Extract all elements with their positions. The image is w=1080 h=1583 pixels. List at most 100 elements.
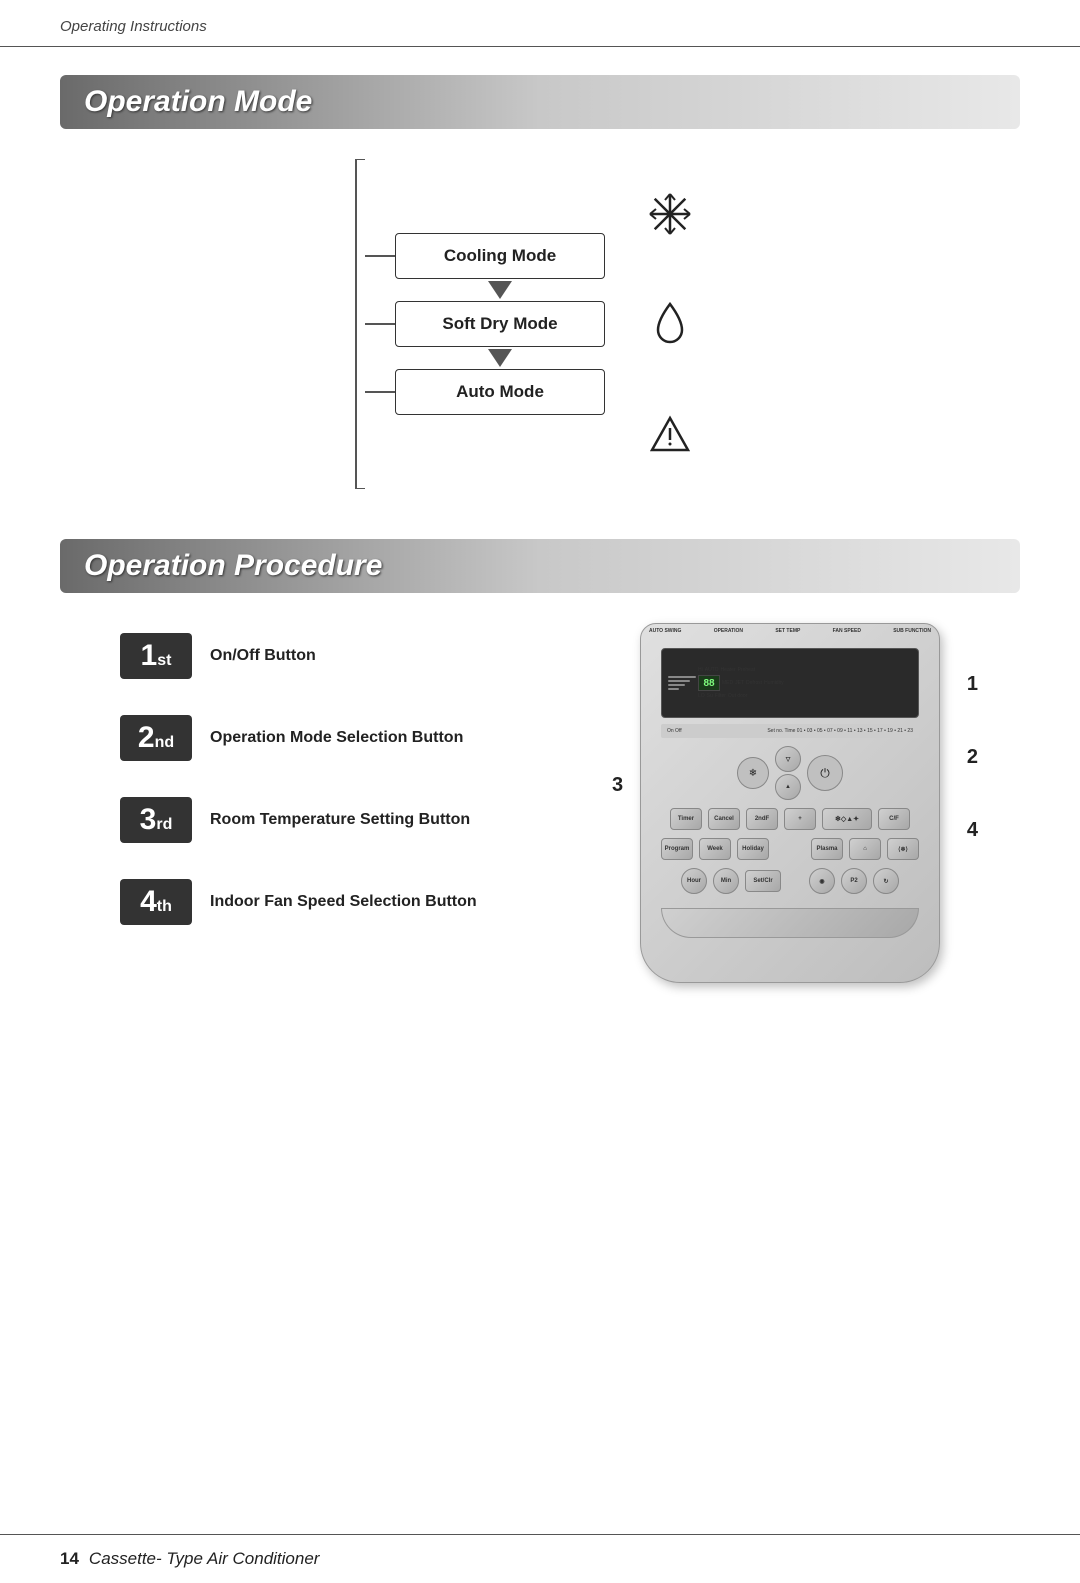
softdry-mode-label: Soft Dry Mode	[442, 314, 557, 333]
cancel-label: Cancel	[714, 816, 734, 822]
steps-col: 1st On/Off Button 2nd Operation Mode Sel…	[120, 623, 620, 983]
mode-box-wrapper-softdry: Soft Dry Mode	[395, 301, 605, 347]
step-row-1: 1st On/Off Button	[120, 633, 620, 679]
cooling-icon	[645, 189, 695, 239]
home-btn[interactable]: ⌂	[849, 838, 881, 860]
min-btn[interactable]: Min	[713, 868, 739, 894]
2ndf-btn[interactable]: 2ndF	[746, 808, 778, 830]
lcd-jet: JET	[735, 680, 744, 686]
home-label: ⌂	[863, 846, 867, 852]
setclr-btn[interactable]: Set/Clr	[745, 870, 781, 892]
plus-btn[interactable]: +	[784, 808, 816, 830]
arrow1-row	[488, 279, 512, 301]
step-label-2: Operation Mode Selection Button	[210, 729, 463, 747]
holiday-btn[interactable]: Holiday	[737, 838, 769, 860]
lcd-row3: LO Su Filter Out door	[698, 693, 912, 699]
arrow-down-1	[488, 281, 512, 299]
mode-symbols-label: ❄◇▲✦	[835, 815, 859, 823]
bracket-arrow-top	[365, 255, 395, 257]
auto-mode-box: Auto Mode	[395, 369, 605, 415]
week-btn[interactable]: Week	[699, 838, 731, 860]
mode-bracket	[325, 159, 365, 489]
step-suffix-4: th	[157, 898, 172, 916]
cancel-btn[interactable]: Cancel	[708, 808, 740, 830]
mode-box-wrapper-auto: Auto Mode	[395, 369, 605, 415]
mode-symbols-group: ❄◇▲✦	[822, 808, 872, 830]
min-label: Min	[721, 878, 731, 884]
mode-box-wrapper-cooling: Cooling Mode	[395, 233, 605, 279]
info-onoff: On Off	[667, 728, 682, 734]
lcd-med: MED	[722, 680, 733, 686]
p2-label: P2	[850, 878, 857, 884]
bracket-arrow-mid	[365, 323, 395, 325]
tab-operation: OPERATION	[714, 628, 743, 634]
lcd-7seg: 88	[698, 675, 720, 691]
step-suffix-3: rd	[156, 816, 172, 834]
lcd-symbols: Hi AUTO Heater Preheat 88	[698, 653, 912, 713]
tab-fan-speed: FAN SPEED	[833, 628, 861, 634]
step-suffix-2: nd	[155, 734, 175, 752]
cooling-mode-row: Cooling Mode	[365, 233, 605, 279]
remote-arrows: ▽ ▲	[775, 746, 801, 800]
holiday-label: Holiday	[742, 846, 764, 852]
auto-mode-row: Auto Mode	[365, 369, 605, 415]
arrow-circ-btn[interactable]: ↻	[873, 868, 899, 894]
timer-btn[interactable]: Timer	[670, 808, 702, 830]
tab-auto-swing: AUTO SWING	[649, 628, 681, 634]
remote-wrap: 3 AUTO SWING OPERATION SET TEMP FAN SPEE…	[640, 623, 940, 983]
cooling-mode-box: Cooling Mode	[395, 233, 605, 279]
cooling-mode-label: Cooling Mode	[444, 246, 556, 265]
fan-icon-area	[668, 653, 696, 713]
page-footer: 14 Cassette- Type Air Conditioner	[0, 1534, 1080, 1583]
softdry-mode-box: Soft Dry Mode	[395, 301, 605, 347]
footer-description: Cassette- Type Air Conditioner	[89, 1549, 320, 1569]
step-label-1: On/Off Button	[210, 647, 316, 665]
mode-symbols-btn[interactable]: ❄◇▲✦	[822, 808, 872, 830]
hour-btn[interactable]: Hour	[681, 868, 707, 894]
hour-label: Hour	[687, 878, 701, 884]
step-badge-1: 1st	[120, 633, 192, 679]
arrow-down-2	[488, 349, 512, 367]
remote-right-numbers: 1 2 4	[967, 673, 978, 842]
section1-title-bar: Operation Mode	[60, 75, 1020, 129]
bracket-bottom	[355, 488, 365, 489]
header-title: Operating Instructions	[60, 18, 207, 35]
step-label-3: Room Temperature Setting Button	[210, 811, 470, 829]
bracket-arrow-bot	[365, 391, 395, 393]
procedure-wrapper: 1st On/Off Button 2nd Operation Mode Sel…	[0, 593, 1080, 1033]
mode-flow: Cooling Mode Soft Dry Mode	[325, 159, 695, 489]
down-arrow-btn[interactable]: ▽	[775, 746, 801, 772]
remote-program-row: Program Week Holiday Plasma ⌂ ⟨❄⟩	[653, 838, 927, 860]
fan-line-1	[668, 676, 696, 678]
fan-btn[interactable]: ⟨❄⟩	[887, 838, 919, 860]
program-btn[interactable]: Program	[661, 838, 693, 860]
power-btn[interactable]: ⏻	[807, 755, 843, 791]
lcd-defrost: Defrost	[746, 680, 762, 686]
remote-device: AUTO SWING OPERATION SET TEMP FAN SPEED …	[640, 623, 940, 983]
up-arrow-btn[interactable]: ▲	[775, 774, 801, 800]
snowflake-btn[interactable]: ❄	[737, 757, 769, 789]
p2-btn[interactable]: P2	[841, 868, 867, 894]
step-row-2: 2nd Operation Mode Selection Button	[120, 715, 620, 761]
qmark-btn[interactable]: ◉	[809, 868, 835, 894]
plasma-btn[interactable]: Plasma	[811, 838, 843, 860]
bracket-vert	[355, 159, 357, 489]
remote-bottom-curve	[661, 908, 919, 938]
lcd-row2: 88 MED JET Defrost Humidity	[698, 675, 912, 691]
step-row-3: 3rd Room Temperature Setting Button	[120, 797, 620, 843]
setclr-label: Set/Clr	[753, 878, 772, 884]
2ndf-label: 2ndF	[755, 816, 769, 822]
fan-line-4	[668, 688, 679, 690]
cf-btn[interactable]: C/F	[878, 808, 910, 830]
lcd-lo: LO	[698, 693, 705, 699]
power-icon: ⏻	[820, 766, 830, 781]
step-suffix-1: st	[157, 652, 171, 670]
remote-tabs: AUTO SWING OPERATION SET TEMP FAN SPEED …	[641, 624, 939, 636]
softdry-mode-row: Soft Dry Mode	[365, 301, 605, 347]
step-number-3: 3	[140, 803, 157, 837]
fan-label: ⟨❄⟩	[898, 846, 908, 853]
lcd-su: Su	[707, 693, 713, 699]
footer-page-number: 14	[60, 1549, 79, 1569]
plasma-label: Plasma	[816, 846, 837, 852]
lcd-preheat: Preheat	[738, 667, 756, 673]
